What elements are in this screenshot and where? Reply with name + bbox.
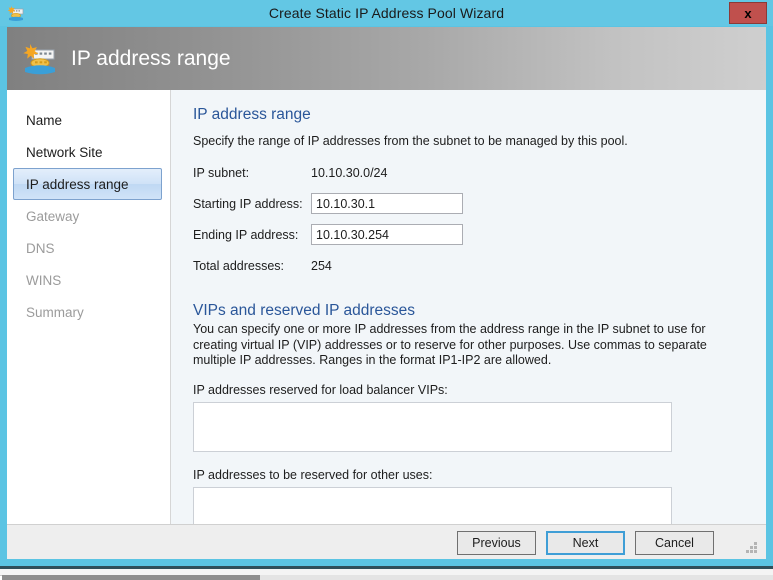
ip-pool-icon: [21, 41, 59, 77]
footer-bar: Previous Next Cancel: [7, 524, 766, 559]
ip-subnet-label: IP subnet:: [193, 165, 250, 180]
total-addresses-label: Total addresses:: [193, 258, 285, 273]
lb-vips-label: IP addresses reserved for load balancer …: [193, 382, 448, 397]
section-description: Specify the range of IP addresses from t…: [193, 134, 628, 148]
sidebar-item-ip-address-range[interactable]: IP address range: [13, 168, 162, 200]
total-addresses-value: 254: [311, 258, 332, 273]
sidebar-item-dns[interactable]: DNS: [13, 232, 162, 264]
wizard-window: Create Static IP Address Pool Wizard x I…: [0, 0, 773, 566]
ip-subnet-row: IP subnet: 10.10.30.0/24: [193, 162, 744, 183]
other-reserved-input[interactable]: [193, 486, 672, 524]
section-heading-vips: VIPs and reserved IP addresses: [193, 302, 416, 319]
close-icon[interactable]: x: [729, 2, 767, 24]
screen: Create Static IP Address Pool Wizard x I…: [0, 0, 773, 580]
content-panel: IP address range Specify the range of IP…: [171, 90, 766, 524]
ip-subnet-value: 10.10.30.0/24: [311, 165, 388, 180]
title-bar: Create Static IP Address Pool Wizard x: [0, 0, 773, 26]
ending-ip-label: Ending IP address:: [193, 227, 299, 242]
lb-vips-input[interactable]: [193, 401, 672, 452]
section-heading-ip-range: IP address range: [193, 106, 311, 123]
starting-ip-row: Starting IP address:: [193, 193, 744, 214]
resize-grip-icon[interactable]: [745, 542, 758, 555]
button-row: Previous Next Cancel: [457, 531, 714, 555]
cancel-button[interactable]: Cancel: [635, 531, 714, 555]
sidebar-item-wins[interactable]: WINS: [13, 264, 162, 296]
next-button[interactable]: Next: [546, 531, 625, 555]
sidebar-item-name[interactable]: Name: [13, 104, 162, 136]
page-title: IP address range: [71, 46, 231, 70]
other-reserved-label: IP addresses to be reserved for other us…: [193, 467, 433, 482]
starting-ip-label: Starting IP address:: [193, 196, 303, 211]
window-title: Create Static IP Address Pool Wizard: [268, 5, 505, 21]
wizard-steps-sidebar: Name Network Site IP address range Gatew…: [7, 90, 171, 524]
sidebar-item-gateway[interactable]: Gateway: [13, 200, 162, 232]
ip-pool-icon: [6, 4, 26, 22]
taskbar-strip: [260, 575, 773, 580]
ending-ip-row: Ending IP address:: [193, 224, 744, 245]
total-addresses-row: Total addresses: 254: [193, 255, 744, 276]
sidebar-item-network-site[interactable]: Network Site: [13, 136, 162, 168]
ending-ip-input[interactable]: [311, 224, 463, 245]
vips-description: You can specify one or more IP addresses…: [193, 322, 707, 367]
window-body: Name Network Site IP address range Gatew…: [7, 90, 766, 524]
wizard-header: IP address range: [7, 27, 766, 90]
previous-button[interactable]: Previous: [457, 531, 536, 555]
sidebar-item-summary[interactable]: Summary: [13, 296, 162, 328]
taskbar-strip-active: [2, 575, 260, 580]
starting-ip-input[interactable]: [311, 193, 463, 214]
